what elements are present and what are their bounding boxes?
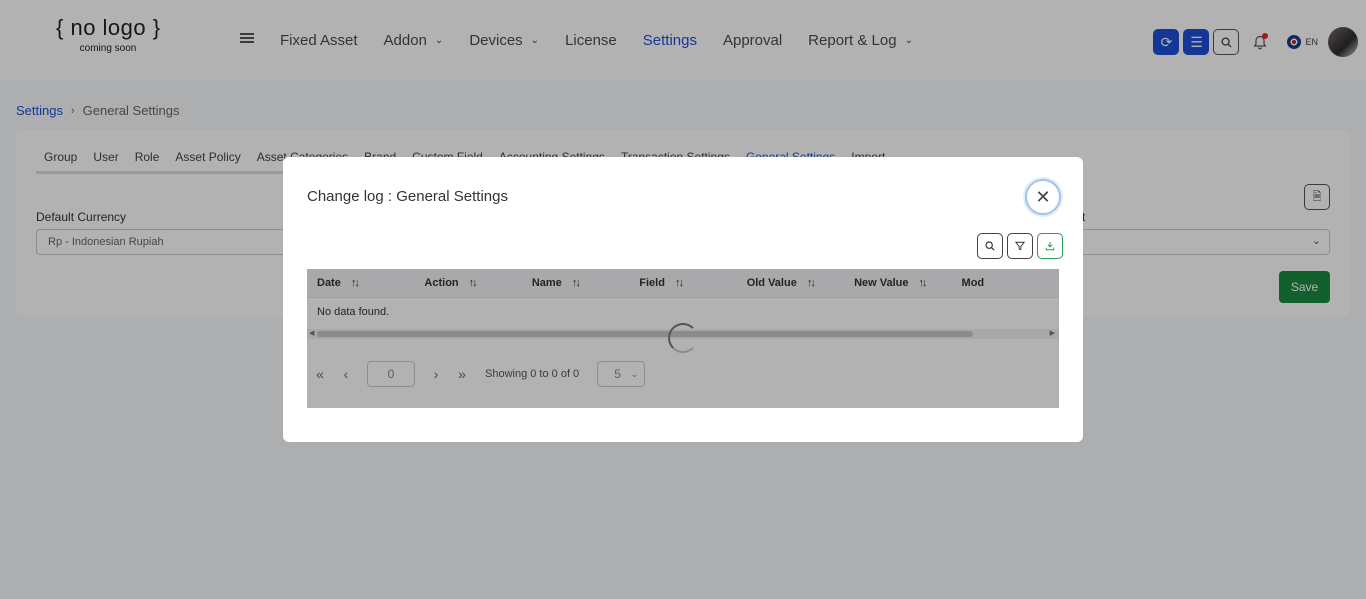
table-filter-button[interactable]: [1007, 233, 1033, 259]
table-export-button[interactable]: [1037, 233, 1063, 259]
search-icon: [985, 241, 995, 251]
change-log-modal: Change log : General Settings ✕ Date ↑↓ A…: [283, 157, 1083, 442]
table-search-button[interactable]: [977, 233, 1003, 259]
filter-icon: [1015, 241, 1025, 251]
modal-title: Change log : General Settings: [307, 188, 508, 205]
close-icon: ✕: [1035, 186, 1051, 207]
download-icon: [1045, 241, 1055, 251]
loading-spinner-icon: [668, 323, 698, 353]
table-toolbar: [973, 233, 1063, 259]
close-button[interactable]: ✕: [1025, 179, 1061, 215]
